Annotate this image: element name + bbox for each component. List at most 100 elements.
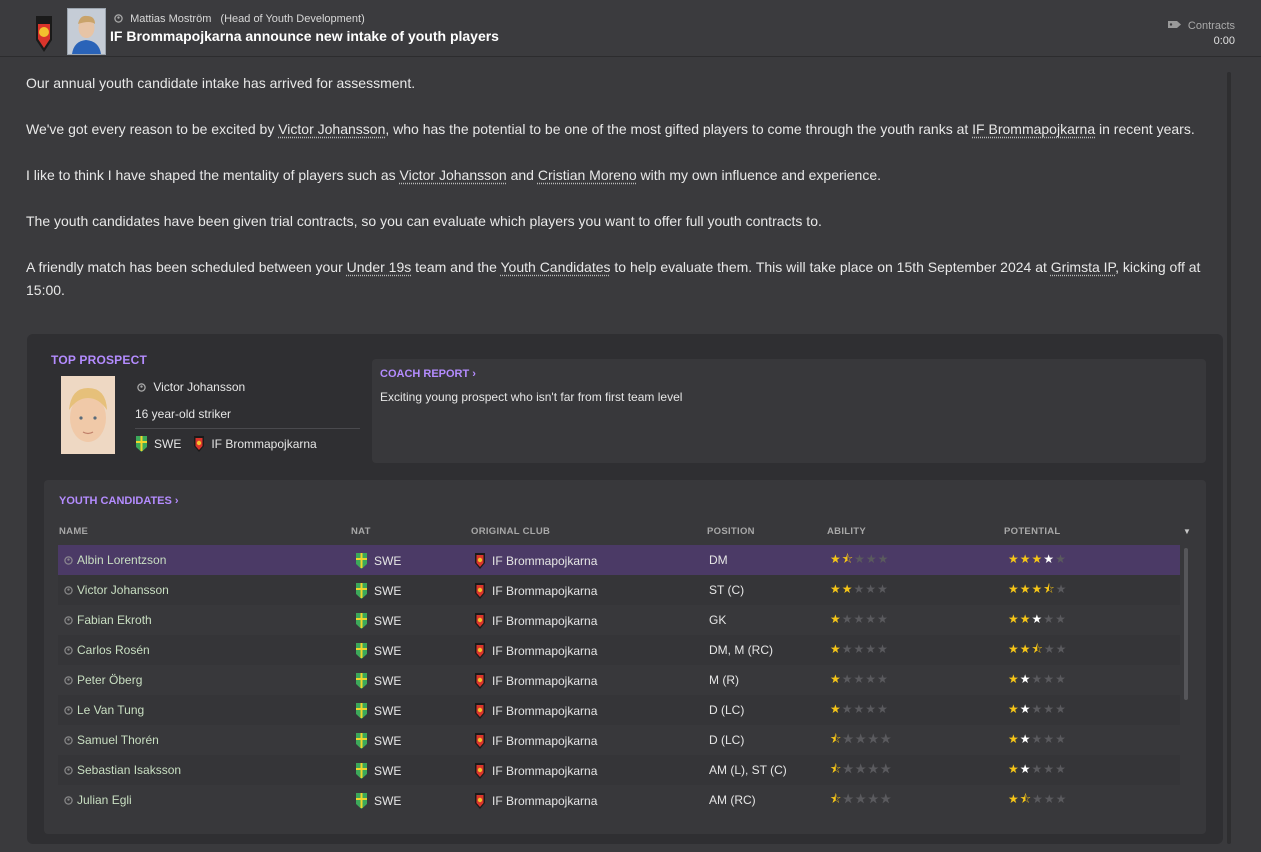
player-nationality[interactable]: SWE bbox=[355, 582, 401, 600]
player-nationality[interactable]: SWE bbox=[355, 672, 401, 690]
column-header-ability[interactable]: ABILITY bbox=[827, 526, 866, 537]
player-name[interactable]: Peter Öberg bbox=[64, 673, 142, 687]
star-icon: ⯪ bbox=[1031, 642, 1044, 656]
column-header-position[interactable]: POSITION bbox=[707, 526, 755, 537]
table-row[interactable]: Peter Öberg SWE IF Brommapojkarna M (R) ★★★★… bbox=[58, 665, 1180, 695]
star-icon: ★ bbox=[841, 642, 854, 656]
player-nationality[interactable]: SWE bbox=[355, 762, 401, 780]
player-nationality[interactable]: SWE bbox=[355, 792, 401, 810]
player-link-victor-johansson[interactable]: Victor Johansson bbox=[278, 121, 385, 137]
top-prospect-photo[interactable] bbox=[61, 376, 115, 454]
original-club[interactable]: IF Brommapojkarna bbox=[474, 702, 597, 720]
table-row[interactable]: Sebastian Isaksson SWE IF Brommapojkarna AM… bbox=[58, 755, 1180, 785]
club-name: IF Brommapojkarna bbox=[492, 764, 598, 778]
coach-report-link[interactable]: COACH REPORT › bbox=[380, 368, 476, 380]
sender-photo[interactable] bbox=[67, 8, 106, 55]
player-nationality[interactable]: SWE bbox=[355, 732, 401, 750]
original-club[interactable]: IF Brommapojkarna bbox=[474, 672, 597, 690]
sweden-flag-icon bbox=[356, 673, 367, 689]
star-icon: ★ bbox=[879, 732, 893, 746]
club-name: IF Brommapojkarna bbox=[492, 704, 598, 718]
nation-code: SWE bbox=[374, 554, 402, 568]
club-badge-icon bbox=[475, 583, 485, 599]
column-header-potential[interactable]: POTENTIAL bbox=[1004, 526, 1061, 537]
player-name[interactable]: Fabian Ekroth bbox=[64, 613, 152, 627]
player-link-cristian-moreno[interactable]: Cristian Moreno bbox=[538, 167, 637, 183]
youth-candidates-link[interactable]: YOUTH CANDIDATES › bbox=[59, 495, 179, 507]
player-name-label: Carlos Rosén bbox=[77, 643, 150, 657]
table-row[interactable]: Fabian Ekroth SWE IF Brommapojkarna GK ★★★★★… bbox=[58, 605, 1180, 635]
sweden-flag-icon[interactable] bbox=[135, 435, 148, 453]
star-icon: ★ bbox=[1008, 732, 1020, 746]
player-name[interactable]: Samuel Thorén bbox=[64, 733, 159, 747]
player-name[interactable]: Sebastian Isaksson bbox=[64, 763, 181, 777]
original-club[interactable]: IF Brommapojkarna bbox=[474, 642, 597, 660]
star-icon: ★ bbox=[1008, 792, 1020, 806]
star-icon: ★ bbox=[877, 582, 889, 596]
original-club[interactable]: IF Brommapojkarna bbox=[474, 792, 597, 810]
original-club[interactable]: IF Brommapojkarna bbox=[474, 612, 597, 630]
team-link-youth-candidates[interactable]: Youth Candidates bbox=[501, 259, 611, 275]
column-header-nat[interactable]: NAT bbox=[351, 526, 371, 537]
stadium-link-grimsta-ip[interactable]: Grimsta IP bbox=[1051, 259, 1115, 275]
sweden-flag-icon bbox=[356, 643, 367, 659]
table-row[interactable]: Le Van Tung SWE IF Brommapojkarna D (LC) ★★★… bbox=[58, 695, 1180, 725]
sender-name[interactable]: Mattias Moström bbox=[130, 13, 211, 25]
table-row[interactable]: Julian Egli SWE IF Brommapojkarna AM (RC) ⯪★… bbox=[58, 785, 1180, 815]
star-icon: ★ bbox=[1019, 672, 1032, 686]
table-scrollbar[interactable] bbox=[1184, 548, 1188, 700]
sweden-flag-icon bbox=[356, 763, 367, 779]
player-name[interactable]: Albin Lorentzson bbox=[64, 553, 166, 567]
star-icon: ★ bbox=[1008, 612, 1020, 626]
star-icon: ★ bbox=[1008, 702, 1020, 716]
star-icon: ★ bbox=[830, 702, 842, 716]
player-link-victor-johansson[interactable]: Victor Johansson bbox=[400, 167, 507, 183]
player-name-label: Peter Öberg bbox=[77, 673, 143, 687]
nation-code: SWE bbox=[154, 437, 182, 451]
table-row[interactable]: Samuel Thorén SWE IF Brommapojkarna D (LC) ⯪… bbox=[58, 725, 1180, 755]
news-time: 0:00 bbox=[1213, 35, 1235, 47]
column-header-name[interactable]: NAME bbox=[59, 526, 88, 537]
table-row[interactable]: Carlos Rosén SWE IF Brommapojkarna DM, M (R… bbox=[58, 635, 1180, 665]
person-icon bbox=[64, 616, 73, 625]
star-icon: ★ bbox=[1043, 762, 1056, 776]
ability-stars: ⯪★★★★ bbox=[830, 792, 893, 806]
page-scrollbar[interactable] bbox=[1227, 72, 1231, 844]
table-row[interactable]: Victor Johansson SWE IF Brommapojkarna ST (… bbox=[58, 575, 1180, 605]
original-club[interactable]: IF Brommapojkarna bbox=[474, 762, 597, 780]
top-prospect-name[interactable]: Victor Johansson bbox=[137, 380, 245, 394]
star-icon: ★ bbox=[841, 672, 854, 686]
text: in recent years. bbox=[1095, 121, 1195, 137]
team-link-under-19s[interactable]: Under 19s bbox=[347, 259, 412, 275]
star-icon: ★ bbox=[1019, 552, 1032, 566]
star-icon: ★ bbox=[1031, 612, 1044, 626]
club-link-if-brommapojkarna[interactable]: IF Brommapojkarna bbox=[972, 121, 1095, 137]
star-icon: ★ bbox=[1043, 552, 1056, 566]
club-badge-icon[interactable] bbox=[34, 14, 54, 54]
star-icon: ★ bbox=[854, 762, 868, 776]
player-nationality[interactable]: SWE bbox=[355, 552, 401, 570]
club-name: IF Brommapojkarna bbox=[492, 794, 598, 808]
player-name[interactable]: Carlos Rosén bbox=[64, 643, 150, 657]
player-nationality[interactable]: SWE bbox=[355, 702, 401, 720]
player-name[interactable]: Le Van Tung bbox=[64, 703, 144, 717]
message-body: Our annual youth candidate intake has ar… bbox=[26, 72, 1226, 325]
star-icon: ★ bbox=[1031, 762, 1044, 776]
star-icon: ★ bbox=[1043, 732, 1056, 746]
star-icon: ★ bbox=[1043, 672, 1056, 686]
player-nationality[interactable]: SWE bbox=[355, 612, 401, 630]
club-badge-icon[interactable] bbox=[193, 435, 205, 453]
table-row[interactable]: Albin Lorentzson SWE IF Brommapojkarna DM ★⯪… bbox=[58, 545, 1180, 575]
club-name: IF Brommapojkarna bbox=[492, 584, 598, 598]
column-header-original-club[interactable]: ORIGINAL CLUB bbox=[471, 526, 550, 537]
star-icon: ★ bbox=[877, 672, 889, 686]
original-club[interactable]: IF Brommapojkarna bbox=[474, 732, 597, 750]
club-badge-icon bbox=[475, 613, 485, 629]
original-club[interactable]: IF Brommapojkarna bbox=[474, 582, 597, 600]
original-club[interactable]: IF Brommapojkarna bbox=[474, 552, 597, 570]
player-name[interactable]: Julian Egli bbox=[64, 793, 132, 807]
player-nationality[interactable]: SWE bbox=[355, 642, 401, 660]
player-name[interactable]: Victor Johansson bbox=[64, 583, 169, 597]
sort-descending-icon[interactable]: ▼ bbox=[1183, 527, 1191, 536]
club-name[interactable]: IF Brommapojkarna bbox=[211, 437, 316, 451]
